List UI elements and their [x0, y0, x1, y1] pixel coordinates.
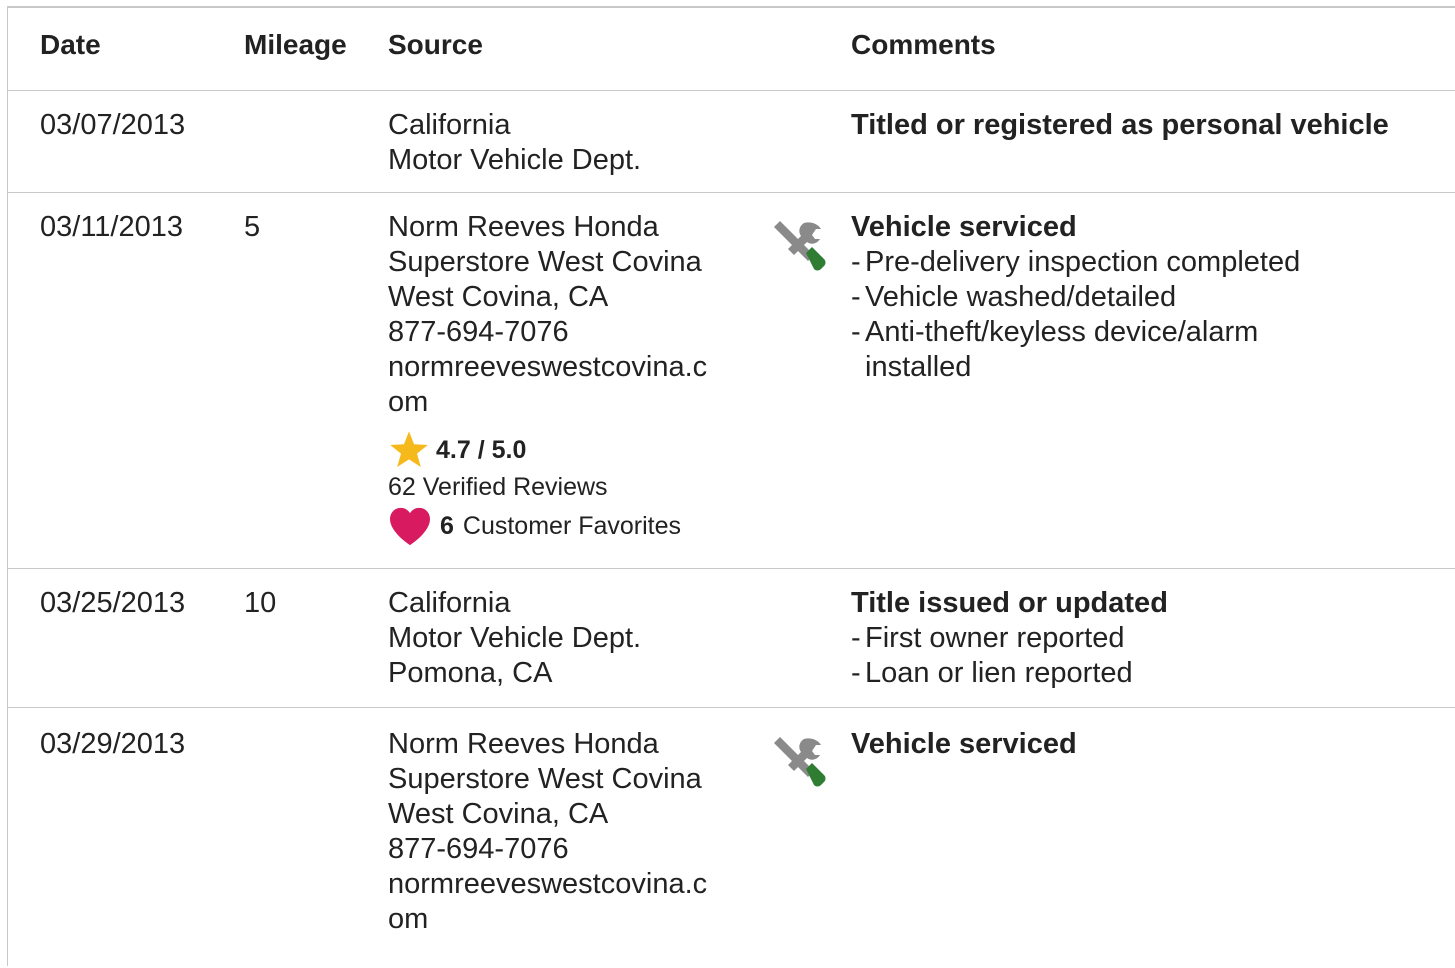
table-row: 03/29/2013 Norm Reeves Honda Superstore … [8, 708, 1455, 968]
source-website-link[interactable]: normreeveswestcovina.c [388, 867, 748, 902]
row-date: 03/11/2013 [40, 211, 183, 243]
comment-title: Titled or registered as personal vehicle [851, 109, 1389, 141]
comment-item: - Pre-delivery inspection completed [851, 246, 1301, 278]
comment-title: Vehicle serviced [851, 728, 1077, 760]
row-comments: Titled or registered as personal vehicle [851, 108, 1451, 143]
dealer-rating: 4.7 / 5.0 [388, 430, 748, 470]
source-website-link-cont[interactable]: om [388, 902, 748, 937]
comment-item: - Vehicle washed/detailed [851, 281, 1177, 313]
row-date: 03/25/2013 [40, 587, 186, 619]
source-line: Pomona, CA [388, 657, 553, 689]
source-website-link[interactable]: normreeveswestcovina.c [388, 350, 748, 385]
comment-title: Vehicle serviced [851, 211, 1077, 243]
row-comments: Vehicle serviced - Pre-delivery inspectio… [851, 210, 1451, 385]
row-date: 03/29/2013 [40, 728, 186, 760]
table-header: Date Mileage Source Comments [8, 8, 1455, 91]
source-line: Norm Reeves Honda [388, 728, 659, 760]
header-mileage: Mileage [244, 29, 347, 60]
source-phone: 877-694-7076 [388, 316, 569, 348]
source-line: Norm Reeves Honda [388, 211, 659, 243]
row-mileage: 5 [244, 211, 261, 243]
comment-item: - First owner reported [851, 622, 1125, 654]
source-line: Motor Vehicle Dept. [388, 144, 642, 176]
source-website-link-cont[interactable]: om [388, 385, 748, 420]
row-mileage: 10 [244, 587, 277, 619]
source-phone: 877-694-7076 [388, 833, 569, 865]
verified-reviews-link[interactable]: 62 Verified Reviews [388, 470, 748, 504]
source-line: California [388, 587, 511, 619]
table-row: 03/07/2013 California Motor Vehicle Dept… [8, 90, 1455, 193]
row-source: Norm Reeves Honda Superstore West Covina… [388, 210, 748, 548]
star-icon [388, 430, 430, 470]
source-line: Superstore West Covina [388, 763, 702, 795]
source-line: West Covina, CA [388, 281, 609, 313]
table-row: 03/11/2013 5 Norm Reeves Honda Superstor… [8, 193, 1455, 569]
favorites-label: Customer Favorites [462, 511, 682, 540]
favorites-count: 6 [440, 511, 454, 540]
source-line: Superstore West Covina [388, 246, 702, 278]
customer-favorites: 6 Customer Favorites [388, 504, 748, 548]
row-comments: Title issued or updated - First owner rep… [851, 586, 1451, 691]
source-line: Motor Vehicle Dept. [388, 622, 642, 654]
service-tools-icon [768, 733, 828, 793]
heart-icon [388, 506, 432, 546]
row-source: California Motor Vehicle Dept. Pomona, C… [388, 586, 748, 691]
comment-item: - Loan or lien reported [851, 657, 1133, 689]
comment-item: - Anti-theft/keyless device/alarm install… [851, 316, 1259, 383]
row-source: Norm Reeves Honda Superstore West Covina… [388, 727, 748, 937]
table-row: 03/25/2013 10 California Motor Vehicle D… [8, 569, 1455, 708]
header-date: Date [40, 29, 101, 60]
row-date: 03/07/2013 [40, 109, 186, 141]
comment-title: Title issued or updated [851, 587, 1168, 619]
source-line: California [388, 109, 511, 141]
header-comments: Comments [851, 29, 996, 60]
row-comments: Vehicle serviced [851, 727, 1451, 762]
service-tools-icon [768, 217, 828, 277]
header-source: Source [388, 29, 483, 60]
row-source: California Motor Vehicle Dept. [388, 108, 748, 178]
rating-value: 4.7 / 5.0 [436, 435, 527, 464]
vehicle-history-table: Date Mileage Source Comments 03/07/2013 … [7, 6, 1455, 966]
source-line: West Covina, CA [388, 798, 609, 830]
